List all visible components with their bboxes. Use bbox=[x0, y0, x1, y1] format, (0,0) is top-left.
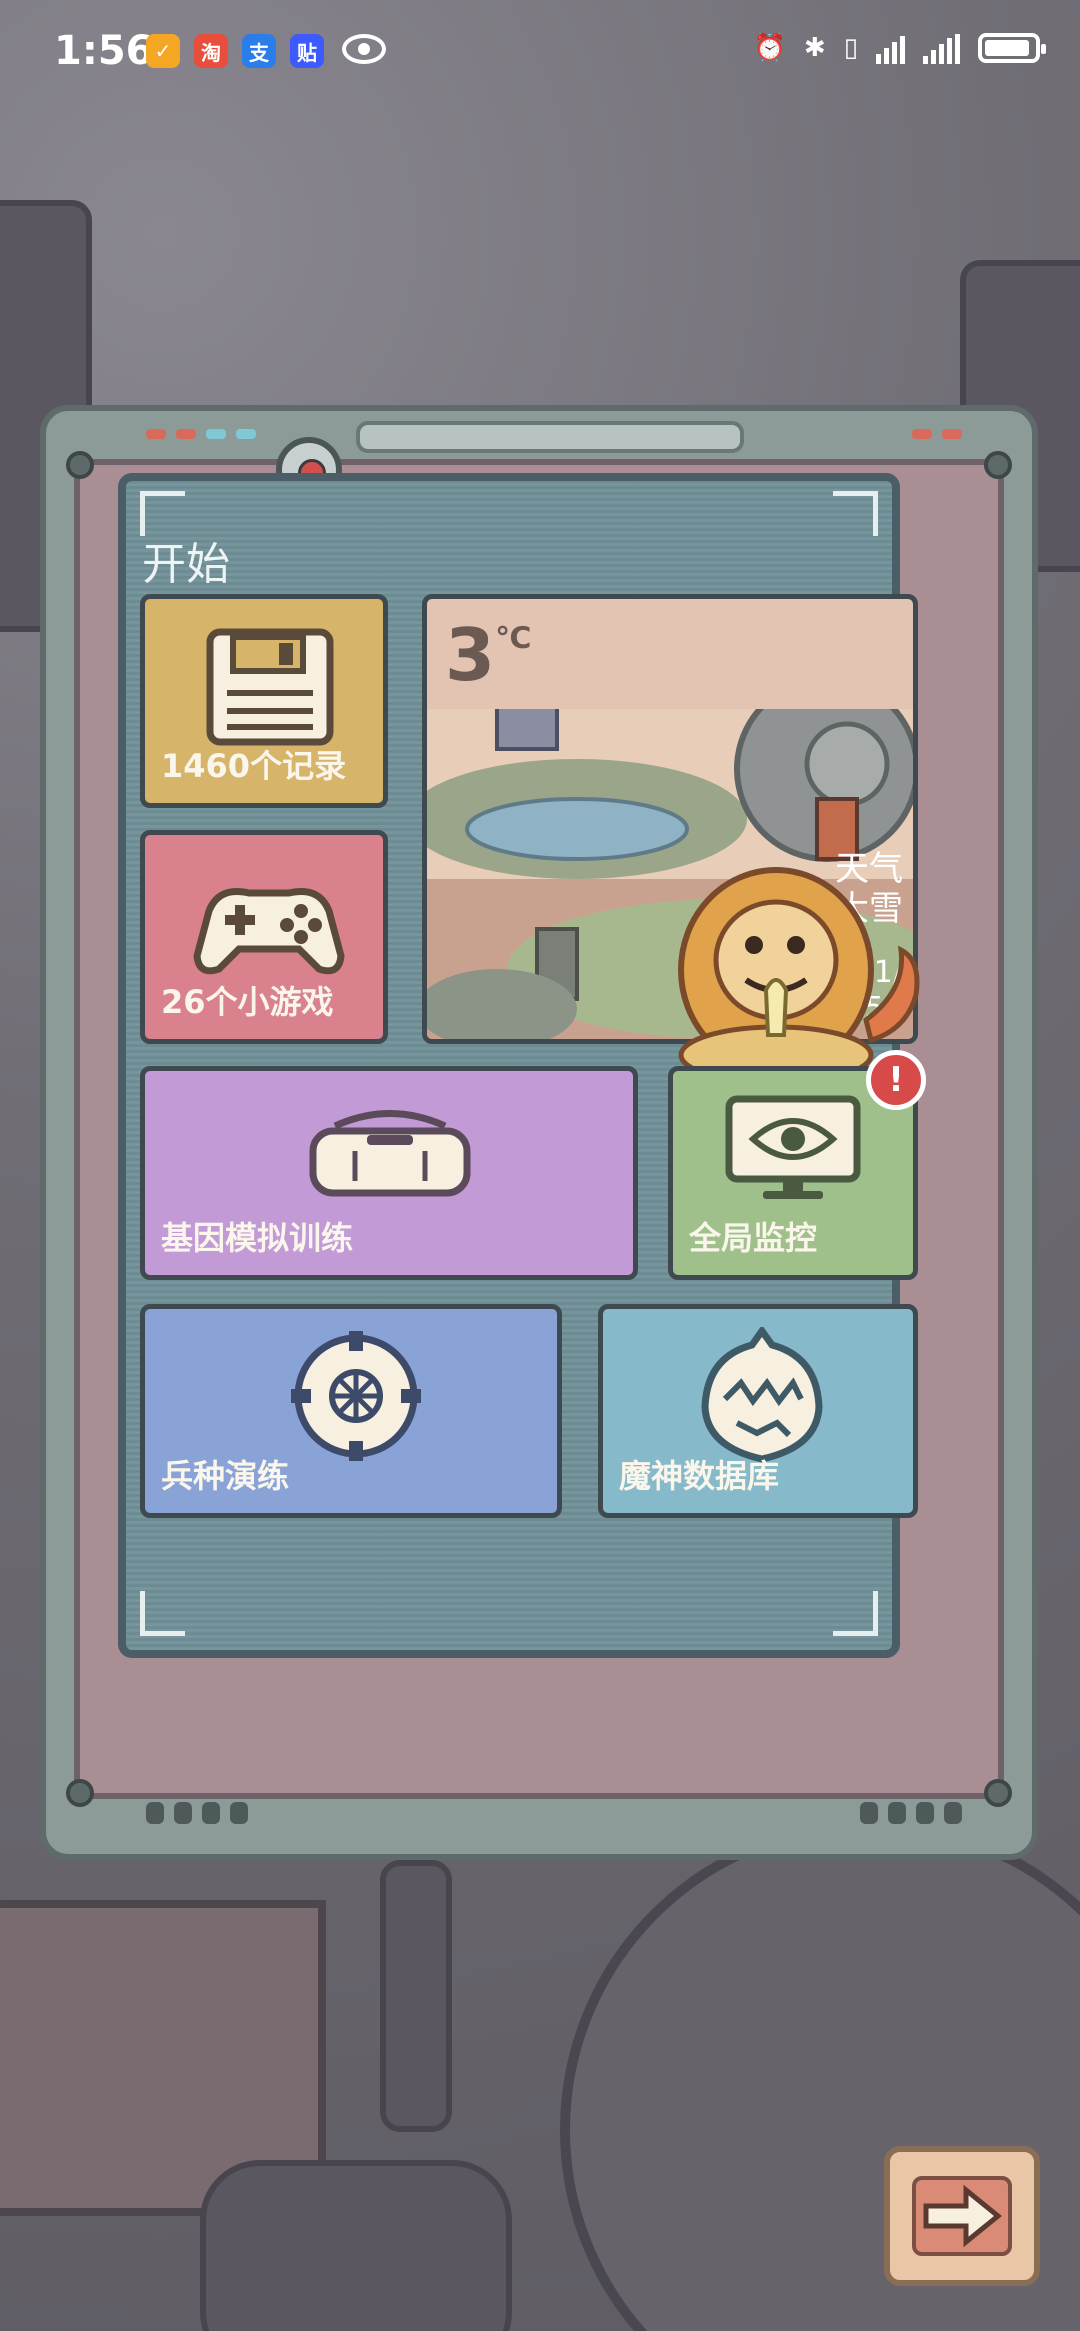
shield-wheel-icon bbox=[291, 1331, 421, 1461]
alipay-icon: 支 bbox=[242, 34, 276, 68]
gene-training-tile[interactable]: 基因模拟训练 bbox=[140, 1066, 638, 1280]
screw-icon bbox=[66, 451, 94, 479]
eye-icon bbox=[342, 34, 386, 64]
screen-title: 开始 bbox=[142, 539, 230, 590]
troop-drill-tile[interactable]: 兵种演练 bbox=[140, 1304, 562, 1518]
records-label: 1460个记录 bbox=[161, 747, 347, 785]
status-bar: 1:56 ✓ 淘 支 贴 ⏰ ✱ ▯ bbox=[0, 0, 1080, 110]
gamepad-icon bbox=[193, 888, 345, 975]
temperature-value: 3℃ bbox=[445, 613, 532, 697]
device-top-strip bbox=[356, 421, 744, 453]
troop-drill-label: 兵种演练 bbox=[161, 1457, 290, 1495]
system-icons: ⏰ ✱ ▯ bbox=[753, 32, 1046, 64]
mini-games-tile[interactable]: 26个小游戏 bbox=[140, 830, 388, 1044]
taobao-icon: 淘 bbox=[194, 34, 228, 68]
screw-icon bbox=[984, 1779, 1012, 1807]
gene-training-label: 基因模拟训练 bbox=[161, 1219, 354, 1257]
notification-badge: ! bbox=[866, 1050, 926, 1110]
device-leds-left bbox=[146, 429, 256, 439]
signal-icon bbox=[876, 32, 905, 64]
signal-2-icon bbox=[923, 32, 960, 64]
bluetooth-icon: ✱ bbox=[803, 33, 826, 63]
device-bottom-dots-left bbox=[146, 1802, 248, 1824]
next-button[interactable] bbox=[884, 2146, 1040, 2286]
demon-database-tile[interactable]: 魔神数据库 bbox=[598, 1304, 918, 1518]
vr-headset-icon bbox=[309, 1110, 471, 1197]
monitor-eye-icon bbox=[725, 1095, 861, 1199]
demon-head-icon bbox=[701, 1327, 823, 1463]
status-time: 1:56 bbox=[54, 28, 154, 74]
app-orange-icon: ✓ bbox=[146, 34, 180, 68]
demon-database-label: 魔神数据库 bbox=[619, 1457, 780, 1495]
screw-icon bbox=[984, 451, 1012, 479]
tieba-icon: 贴 bbox=[290, 34, 324, 68]
notification-icons: ✓ 淘 支 贴 bbox=[146, 34, 386, 68]
lion-mascot-icon[interactable] bbox=[636, 820, 936, 1080]
vibrate-icon: ▯ bbox=[843, 33, 858, 63]
screw-icon bbox=[66, 1779, 94, 1807]
battery-icon bbox=[978, 33, 1046, 63]
device-bottom-dots-right bbox=[860, 1802, 962, 1824]
records-tile[interactable]: 1460个记录 bbox=[140, 594, 388, 808]
alarm-icon: ⏰ bbox=[753, 33, 786, 63]
mini-games-label: 26个小游戏 bbox=[161, 983, 334, 1021]
device-leds-right bbox=[912, 429, 962, 439]
global-monitor-label: 全局监控 bbox=[689, 1219, 818, 1257]
arrow-right-icon bbox=[912, 2176, 1012, 2256]
floppy-disk-icon bbox=[206, 628, 334, 746]
